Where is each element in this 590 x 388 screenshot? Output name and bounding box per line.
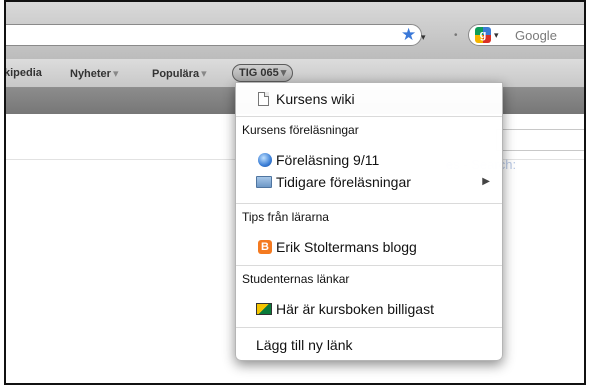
bookmark-dropdown-icon[interactable]: ▾ <box>421 32 426 43</box>
bookmark-wikipedia[interactable]: kipedia <box>6 67 42 79</box>
chevron-down-icon: ▾ <box>201 68 207 80</box>
google-logo-icon[interactable]: g <box>475 27 491 43</box>
chevron-down-icon: ▾ <box>280 67 287 79</box>
search-engine-dropdown-icon[interactable]: ▾ <box>494 30 499 41</box>
search-field[interactable]: g ▾ Google <box>468 24 584 46</box>
submenu-arrow-icon: ▶ <box>482 176 490 187</box>
search-placeholder: Google <box>515 28 557 43</box>
chevron-down-icon: ▾ <box>112 68 119 80</box>
globe-icon <box>258 153 272 167</box>
menu-header-tips: Tips från lärarna <box>242 210 329 224</box>
bookmark-folder-menu: Kursens wiki Kursens föreläsningar Förel… <box>235 82 503 361</box>
blogger-icon: B <box>258 240 272 254</box>
bookmark-folder-nyheter[interactable]: Nyheter ▾ <box>70 67 119 80</box>
menu-separator <box>236 116 502 117</box>
browser-window: ★ ▾ • g ▾ Google kipedia Nyheter ▾ Populä… <box>4 0 586 385</box>
separator-dot: • <box>454 30 458 41</box>
folder-icon <box>256 176 272 188</box>
menu-header-forelasningar: Kursens föreläsningar <box>242 123 359 137</box>
book-icon <box>256 303 272 315</box>
bookmark-folder-populara[interactable]: Populära ▾ <box>152 67 207 80</box>
bookmark-star-icon[interactable]: ★ <box>401 26 416 43</box>
page-search-input[interactable] <box>496 129 584 151</box>
address-bar[interactable] <box>6 24 422 46</box>
menu-header-studenternas-lankar: Studenternas länkar <box>242 272 350 286</box>
menu-separator <box>236 203 502 204</box>
page-icon <box>258 92 269 106</box>
menu-separator <box>236 327 502 328</box>
bookmark-folder-tig065[interactable]: TIG 065 ▾ <box>232 64 294 82</box>
menu-separator <box>236 265 502 266</box>
navigation-toolbar: ★ ▾ • g ▾ Google <box>6 2 584 60</box>
